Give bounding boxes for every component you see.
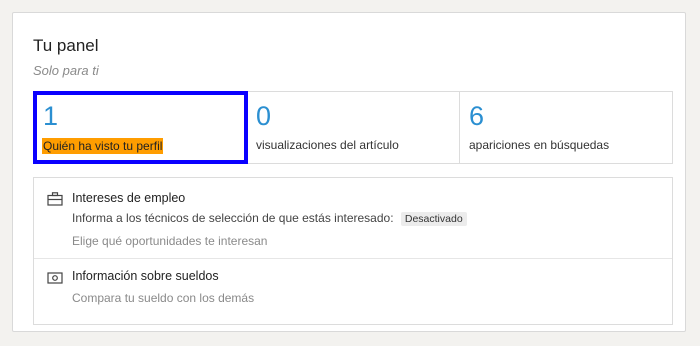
- article-views-count: 0: [256, 101, 272, 131]
- panel-subtitle: Solo para ti: [33, 63, 99, 78]
- stats-row: 1 Quién ha visto tu perfil 0 visualizaci…: [33, 91, 673, 164]
- job-interests-title: Intereses de empleo: [72, 191, 186, 205]
- job-interests-link[interactable]: Elige qué oportunidades te interesan: [72, 234, 267, 248]
- salary-title: Información sobre sueldos: [72, 269, 219, 283]
- job-interests-description: Informa a los técnicos de selección de q…: [72, 211, 394, 225]
- banknote-icon: [47, 272, 63, 284]
- search-appearances-label: apariciones en búsquedas: [469, 138, 610, 152]
- briefcase-icon: [47, 192, 63, 206]
- profile-views-stat[interactable]: 1 Quién ha visto tu perfil: [33, 91, 248, 164]
- status-badge: Desactivado: [400, 212, 467, 226]
- profile-views-count: 1: [43, 101, 59, 131]
- profile-views-label: Quién ha visto tu perfil: [42, 138, 164, 154]
- job-interests-section[interactable]: Intereses de empleo Informa a los técnic…: [34, 178, 672, 259]
- article-views-stat[interactable]: 0 visualizaciones del artículo: [247, 92, 460, 163]
- salary-link[interactable]: Compara tu sueldo con los demás: [72, 291, 254, 305]
- salary-section[interactable]: Información sobre sueldos Compara tu sue…: [34, 258, 672, 324]
- search-appearances-count: 6: [469, 101, 485, 131]
- career-panel: Intereses de empleo Informa a los técnic…: [33, 177, 673, 325]
- dashboard-card: Tu panel Solo para ti 1 Quién ha visto t…: [12, 12, 686, 332]
- job-interests-text: Informa a los técnicos de selección de q…: [72, 211, 467, 226]
- search-appearances-stat[interactable]: 6 apariciones en búsquedas: [460, 92, 672, 163]
- panel-title: Tu panel: [33, 36, 99, 55]
- article-views-label: visualizaciones del artículo: [256, 138, 399, 152]
